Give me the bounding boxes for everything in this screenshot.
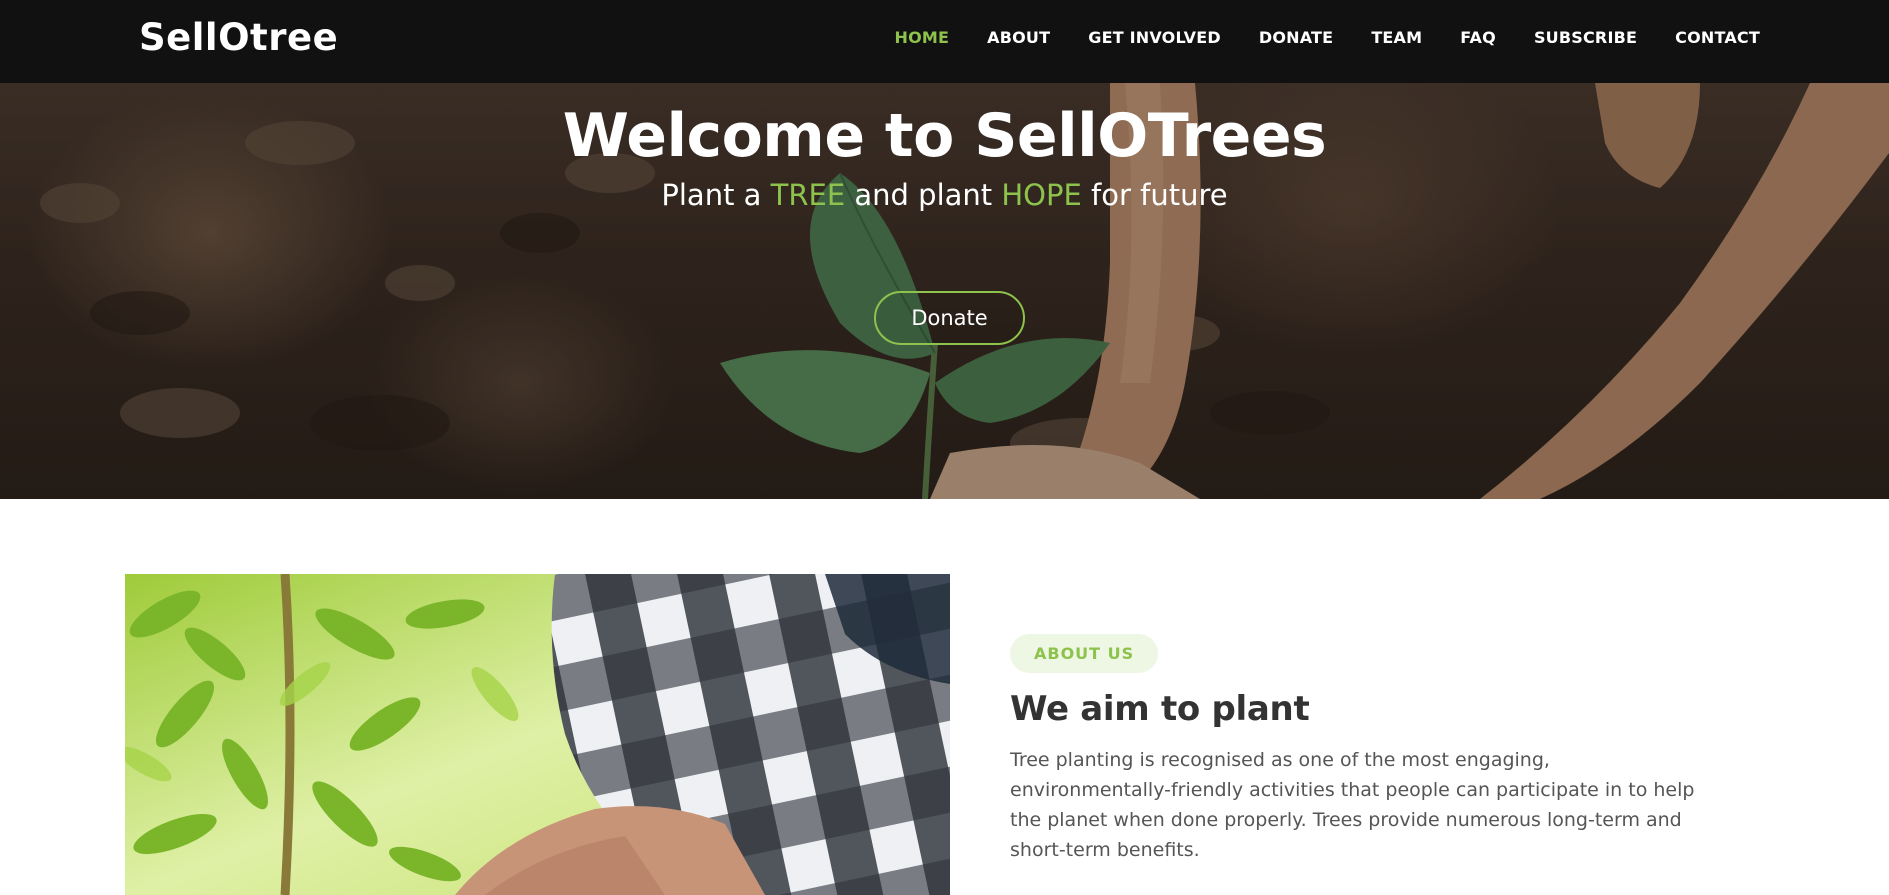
about-body: Tree planting is recognised as one of th…	[1010, 749, 1695, 861]
hero-title: Welcome to SellOTrees	[562, 101, 1327, 171]
about-heading: We aim to plant	[1010, 689, 1310, 729]
about-badge: ABOUT US	[1010, 634, 1159, 673]
nav-item-home: HOME	[895, 28, 950, 48]
hero-subtitle-part: and plant	[845, 178, 1002, 212]
nav-link-faq[interactable]: FAQ	[1460, 28, 1496, 47]
nav-item-donate: DONATE	[1259, 28, 1333, 48]
nav-link-donate[interactable]: DONATE	[1259, 28, 1333, 47]
nav-link-contact[interactable]: CONTACT	[1675, 28, 1760, 47]
hero-subtitle-hope: HOPE	[1001, 178, 1082, 212]
nav-item-faq: FAQ	[1460, 28, 1496, 48]
nav-link-about[interactable]: ABOUT	[987, 28, 1050, 47]
nav-item-contact: CONTACT	[1675, 28, 1760, 48]
hero-subtitle: Plant a TREE and plant HOPE for future	[0, 178, 1889, 212]
about-content: ABOUT US We aim to plant Tree planting i…	[1010, 634, 1730, 865]
brand-logo[interactable]: SellOtree	[139, 16, 338, 59]
hero-section: Welcome to SellOTrees Plant a TREE and p…	[0, 83, 1889, 499]
hero-donate-button[interactable]: Donate	[874, 291, 1025, 345]
nav-item-get-involved: GET INVOLVED	[1088, 28, 1221, 48]
main-nav: HOME ABOUT GET INVOLVED DONATE TEAM FAQ …	[857, 28, 1761, 48]
navbar: SellOtree HOME ABOUT GET INVOLVED DONATE…	[0, 0, 1889, 83]
nav-item-subscribe: SUBSCRIBE	[1534, 28, 1637, 48]
nav-item-team: TEAM	[1371, 28, 1422, 48]
hero-subtitle-part: Plant a	[661, 178, 771, 212]
nav-link-team[interactable]: TEAM	[1371, 28, 1422, 47]
nav-link-subscribe[interactable]: SUBSCRIBE	[1534, 28, 1637, 47]
about-photo	[125, 574, 950, 895]
hero-subtitle-tree: TREE	[770, 178, 846, 212]
nav-item-about: ABOUT	[987, 28, 1050, 48]
hero-subtitle-part: for future	[1081, 178, 1228, 212]
about-image	[125, 574, 950, 895]
nav-link-get-involved[interactable]: GET INVOLVED	[1088, 28, 1221, 47]
nav-link-home[interactable]: HOME	[895, 28, 950, 47]
